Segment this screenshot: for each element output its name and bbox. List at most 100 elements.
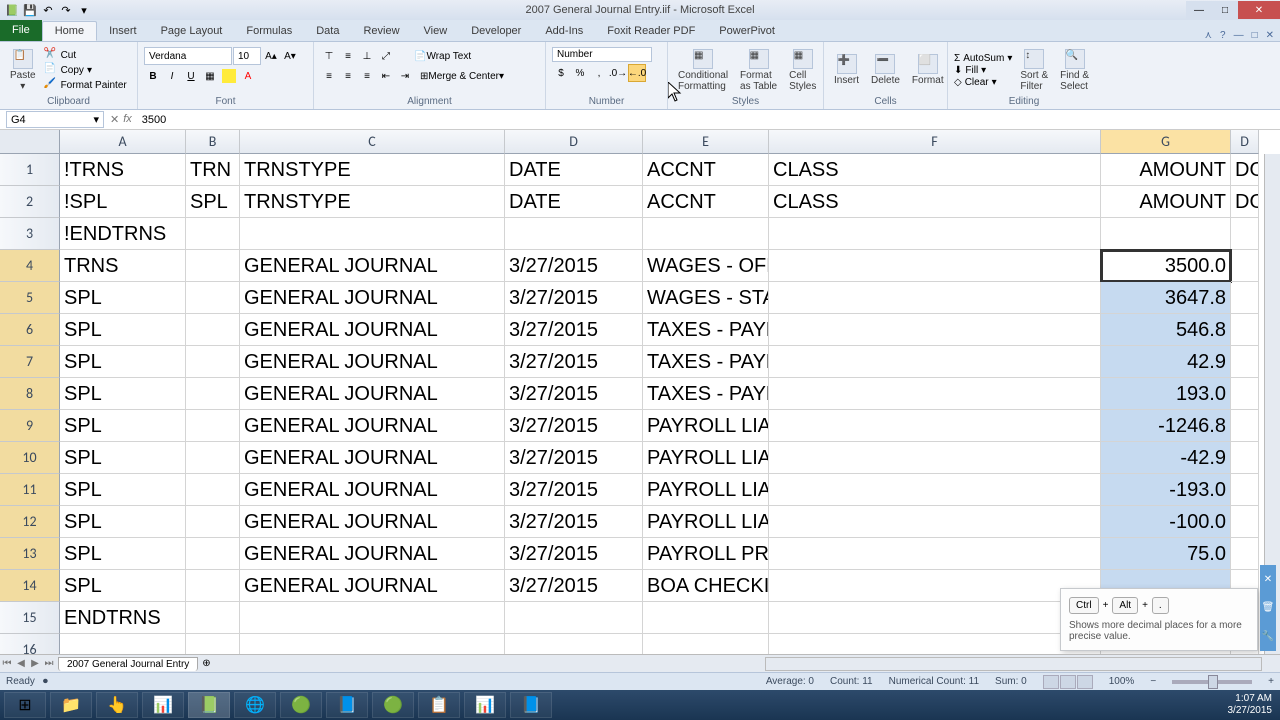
row-header[interactable]: 15: [0, 602, 60, 634]
tab-data[interactable]: Data: [304, 21, 351, 41]
format-as-table-button[interactable]: ▦Format as Table: [736, 47, 781, 94]
find-select-button[interactable]: 🔍Find & Select: [1056, 47, 1093, 94]
cell[interactable]: [769, 442, 1101, 474]
row-header[interactable]: 1: [0, 154, 60, 186]
cell[interactable]: -193.0: [1101, 474, 1231, 506]
cell[interactable]: SPL: [60, 570, 186, 602]
cell[interactable]: SPL: [60, 282, 186, 314]
cell[interactable]: TRNS: [60, 250, 186, 282]
cell[interactable]: GENERAL JOURNAL: [240, 250, 505, 282]
cell[interactable]: ACCNT: [643, 154, 769, 186]
cell[interactable]: [505, 218, 643, 250]
decrease-decimal-icon[interactable]: ←.0: [628, 64, 646, 82]
conditional-formatting-button[interactable]: ▦Conditional Formatting: [674, 47, 732, 94]
cell[interactable]: [1231, 538, 1259, 570]
underline-button[interactable]: U: [182, 67, 200, 85]
cell[interactable]: DO: [1231, 154, 1259, 186]
sheet-nav-first-icon[interactable]: ⏮: [0, 658, 14, 669]
merge-center-button[interactable]: ⊞ Merge & Center ▾: [415, 67, 509, 85]
cell[interactable]: GENERAL JOURNAL: [240, 410, 505, 442]
cell[interactable]: 3/27/2015: [505, 570, 643, 602]
system-clock[interactable]: 1:07 AM3/27/2015: [1228, 693, 1280, 717]
cell[interactable]: PAYROLL LIABILITY FLORIDA RT-: [643, 474, 769, 506]
column-header[interactable]: E: [643, 130, 769, 154]
cell[interactable]: [186, 218, 240, 250]
align-left-icon[interactable]: ≡: [320, 67, 338, 85]
cell[interactable]: [769, 282, 1101, 314]
cell[interactable]: SPL: [60, 314, 186, 346]
cell[interactable]: TRNSTYPE: [240, 154, 505, 186]
cell[interactable]: ENDTRNS: [60, 602, 186, 634]
cell[interactable]: -100.0: [1101, 506, 1231, 538]
select-all-corner[interactable]: [0, 130, 60, 154]
cell[interactable]: TAXES - PAYROLL 941: [643, 314, 769, 346]
view-switcher[interactable]: [1043, 675, 1093, 689]
fill-button[interactable]: ⬇ Fill ▾: [954, 65, 1012, 76]
window-min-icon[interactable]: —: [1234, 30, 1244, 41]
formula-input[interactable]: [138, 113, 1280, 127]
taskbar-app-icon[interactable]: 🟢: [280, 692, 322, 718]
cell[interactable]: [643, 602, 769, 634]
undo-icon[interactable]: ↶: [40, 2, 56, 18]
row-header[interactable]: 6: [0, 314, 60, 346]
cell[interactable]: 3/27/2015: [505, 474, 643, 506]
taskbar-app-icon[interactable]: 📋: [418, 692, 460, 718]
column-header[interactable]: D: [505, 130, 643, 154]
cell[interactable]: [186, 570, 240, 602]
cell[interactable]: TAXES - PAYROLL SUTA: [643, 378, 769, 410]
row-header[interactable]: 4: [0, 250, 60, 282]
cell[interactable]: [769, 538, 1101, 570]
zoom-slider[interactable]: [1172, 680, 1252, 684]
row-header[interactable]: 9: [0, 410, 60, 442]
close-button[interactable]: ✕: [1238, 1, 1280, 19]
cell[interactable]: PAYROLL PROCESSING FEE: [643, 538, 769, 570]
cell[interactable]: GENERAL JOURNAL: [240, 442, 505, 474]
align-bottom-icon[interactable]: ⊥: [358, 47, 376, 65]
cell[interactable]: [1101, 218, 1231, 250]
tab-page-layout[interactable]: Page Layout: [149, 21, 235, 41]
clear-button[interactable]: ◇ Clear ▾: [954, 77, 1012, 88]
cell[interactable]: [186, 474, 240, 506]
cell[interactable]: 3/27/2015: [505, 410, 643, 442]
cell[interactable]: [769, 506, 1101, 538]
tooltip-side-panel[interactable]: ✕🗑🔧: [1260, 565, 1276, 651]
cell[interactable]: 3/27/2015: [505, 282, 643, 314]
cell[interactable]: AMOUNT: [1101, 186, 1231, 218]
cell[interactable]: DATE: [505, 154, 643, 186]
cell[interactable]: [1231, 250, 1259, 282]
start-button[interactable]: ⊞: [4, 692, 46, 718]
row-header[interactable]: 13: [0, 538, 60, 570]
font-color-button[interactable]: A: [239, 67, 257, 85]
column-header[interactable]: D: [1231, 130, 1259, 154]
tab-file[interactable]: File: [0, 19, 42, 41]
cell[interactable]: [240, 634, 505, 654]
cell[interactable]: -1246.8: [1101, 410, 1231, 442]
cell[interactable]: [643, 634, 769, 654]
cell[interactable]: [769, 634, 1101, 654]
cell[interactable]: WAGES - STAFF: [643, 282, 769, 314]
cell[interactable]: 3/27/2015: [505, 250, 643, 282]
delete-cells-button[interactable]: ➖Delete: [867, 52, 904, 88]
cell[interactable]: !ENDTRNS: [60, 218, 186, 250]
cell[interactable]: [1231, 282, 1259, 314]
cell[interactable]: ACCNT: [643, 186, 769, 218]
tab-view[interactable]: View: [412, 21, 460, 41]
column-header[interactable]: A: [60, 130, 186, 154]
cell[interactable]: [769, 314, 1101, 346]
macro-record-icon[interactable]: ⏺: [43, 676, 48, 687]
cell[interactable]: [60, 634, 186, 654]
cell[interactable]: [186, 538, 240, 570]
taskbar-app-icon[interactable]: 🟢: [372, 692, 414, 718]
minimize-button[interactable]: —: [1186, 1, 1212, 19]
cell[interactable]: [1231, 218, 1259, 250]
redo-icon[interactable]: ↷: [58, 2, 74, 18]
cell[interactable]: [1231, 378, 1259, 410]
cell[interactable]: [186, 250, 240, 282]
tab-developer[interactable]: Developer: [459, 21, 533, 41]
paste-button[interactable]: 📋Paste▾: [6, 47, 40, 94]
row-header[interactable]: 10: [0, 442, 60, 474]
sheet-nav-last-icon[interactable]: ⏭: [42, 658, 56, 669]
insert-cells-button[interactable]: ➕Insert: [830, 52, 863, 88]
taskbar-app-icon[interactable]: 📘: [326, 692, 368, 718]
cell[interactable]: 3/27/2015: [505, 506, 643, 538]
